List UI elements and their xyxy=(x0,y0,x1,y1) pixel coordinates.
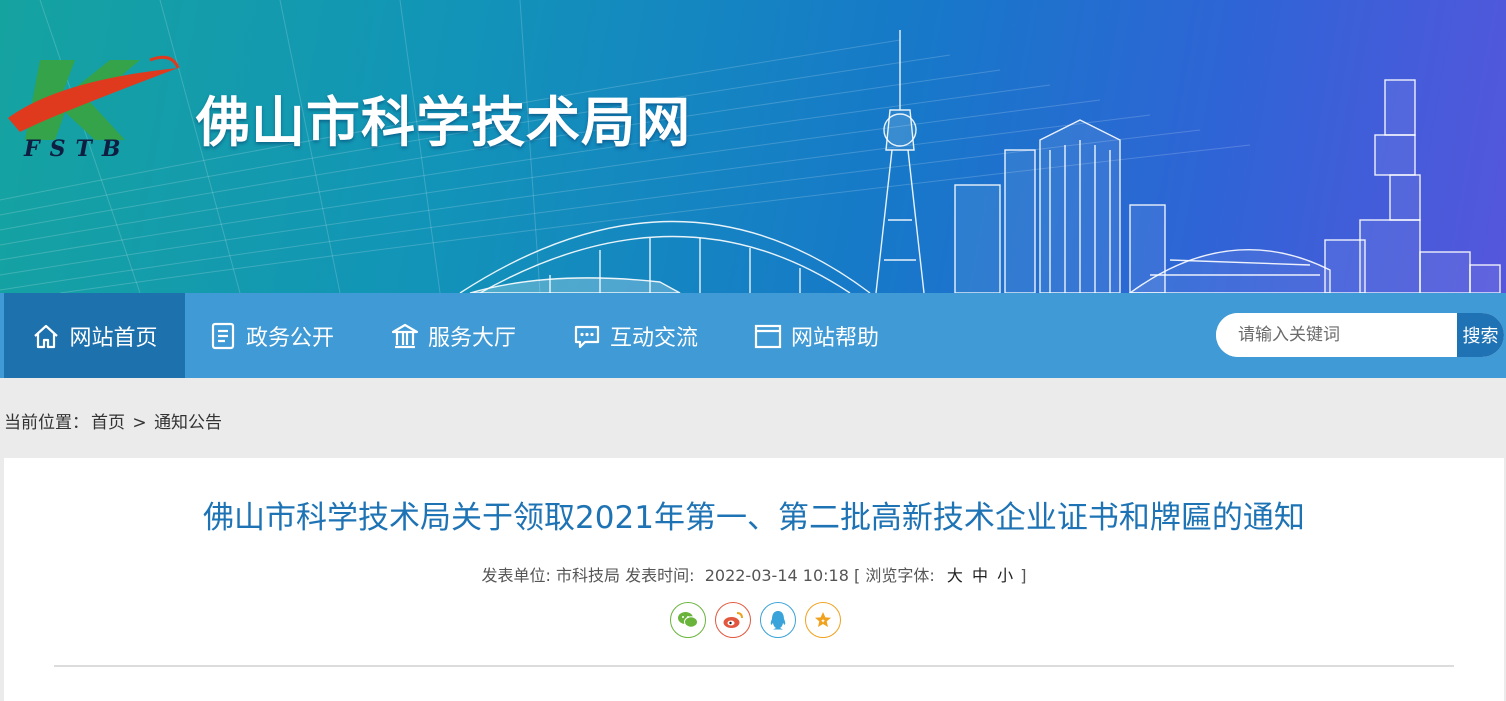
window-icon xyxy=(754,324,782,348)
qq-icon xyxy=(770,611,786,630)
nav-item-home[interactable]: 网站首页 xyxy=(4,293,185,378)
search-box: 搜索 xyxy=(1216,313,1504,357)
publisher-value: 市科技局 xyxy=(556,566,621,585)
breadcrumb-separator: > xyxy=(132,413,147,433)
wechat-icon xyxy=(678,612,698,628)
breadcrumb-prefix: 当前位置： xyxy=(4,413,89,433)
search-input[interactable] xyxy=(1216,313,1457,357)
weibo-icon xyxy=(723,612,743,628)
font-size-close: ] xyxy=(1020,566,1027,585)
article-divider xyxy=(54,665,1454,667)
nav-label-home: 网站首页 xyxy=(69,325,158,351)
font-size-medium[interactable]: 中 xyxy=(972,566,988,585)
header-banner: FSTB 佛山市科学技术局网 xyxy=(0,0,1506,293)
svg-text:✦: ✦ xyxy=(820,618,825,625)
share-weibo-button[interactable] xyxy=(715,602,751,638)
nav-label-interaction: 互动交流 xyxy=(610,325,699,351)
bank-icon xyxy=(391,323,419,348)
breadcrumb: 当前位置： 首页 > 通知公告 xyxy=(4,408,224,433)
home-icon xyxy=(34,324,59,348)
nav-label-service-hall: 服务大厅 xyxy=(428,325,517,351)
publisher-label: 发表单位: xyxy=(481,566,551,585)
share-buttons: ✦ xyxy=(670,602,841,638)
font-size-large[interactable]: 大 xyxy=(947,566,963,585)
share-wechat-button[interactable] xyxy=(670,602,706,638)
time-label: 发表时间: xyxy=(625,566,695,585)
city-skyline-illustration xyxy=(459,30,1501,293)
article-meta: 发表单位: 市科技局 发表时间: 2022-03-14 10:18 [ 浏览字体… xyxy=(4,562,1504,586)
favorite-star-icon: ✦ xyxy=(815,612,831,627)
nav-label-government-affairs: 政务公开 xyxy=(246,325,335,351)
nav-item-interaction[interactable]: 互动交流 xyxy=(572,293,698,378)
nav-item-help[interactable]: 网站帮助 xyxy=(753,293,879,378)
logo-text: FSTB xyxy=(24,136,131,162)
share-favorite-button[interactable]: ✦ xyxy=(805,602,841,638)
search-button[interactable]: 搜索 xyxy=(1457,313,1504,357)
nav-item-government-affairs[interactable]: 政务公开 xyxy=(208,293,334,378)
nav-label-help: 网站帮助 xyxy=(791,325,880,351)
breadcrumb-home-link[interactable]: 首页 xyxy=(91,413,125,433)
font-size-label: [ 浏览字体: xyxy=(853,566,935,585)
font-size-small[interactable]: 小 xyxy=(997,566,1013,585)
share-qq-button[interactable] xyxy=(760,602,796,638)
chat-icon xyxy=(574,325,600,348)
article-panel: 佛山市科学技术局关于领取2021年第一、第二批高新技术企业证书和牌匾的通知 发表… xyxy=(4,458,1504,701)
document-icon xyxy=(211,322,235,349)
nav-item-service-hall[interactable]: 服务大厅 xyxy=(390,293,516,378)
time-value: 2022-03-14 10:18 xyxy=(704,566,849,585)
article-title: 佛山市科学技术局关于领取2021年第一、第二批高新技术企业证书和牌匾的通知 xyxy=(203,500,1305,536)
breadcrumb-current-link[interactable]: 通知公告 xyxy=(154,413,222,433)
